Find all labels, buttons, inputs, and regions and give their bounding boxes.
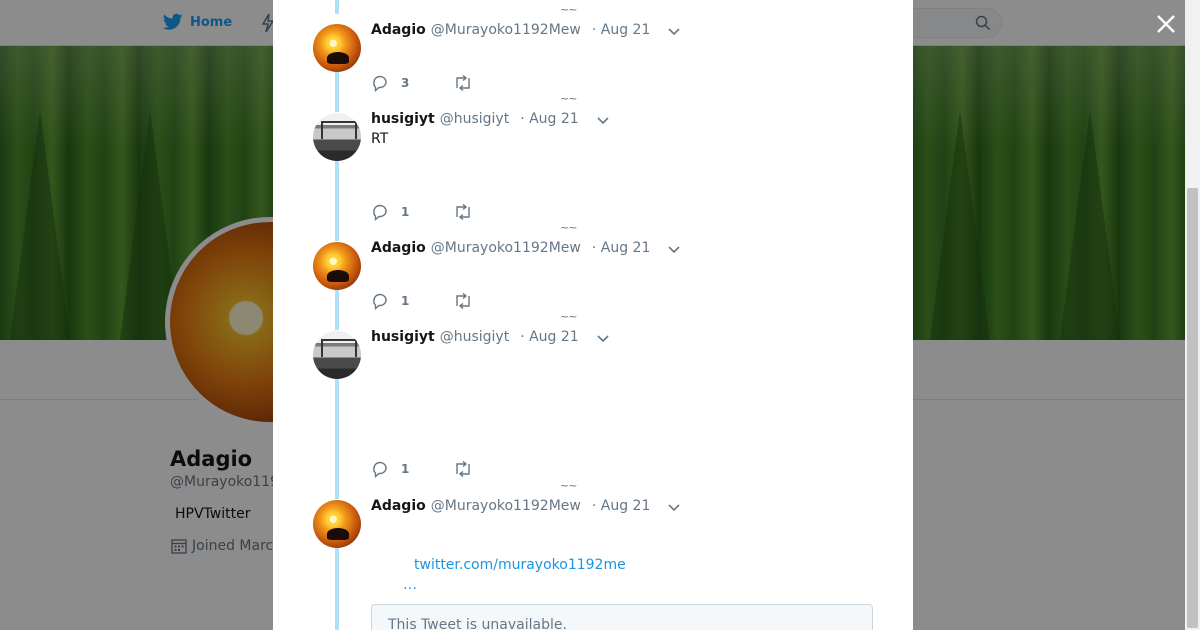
tweet-timestamp[interactable]: · Aug 21 <box>520 111 579 127</box>
chevron-down-icon[interactable] <box>668 28 680 36</box>
unavailable-quoted-tweet: This Tweet is unavailable. <box>371 604 873 630</box>
reply-icon <box>373 75 387 92</box>
chevron-down-icon[interactable] <box>597 335 609 343</box>
retweet-button[interactable] <box>453 461 473 477</box>
tweet-author-name[interactable]: Adagio <box>371 498 426 514</box>
reply-count: 1 <box>401 462 410 476</box>
tweet-author-name[interactable]: husigiyt <box>371 329 435 345</box>
tweet-link[interactable]: twitter.com/murayoko1192me <box>414 557 626 573</box>
thread-separator: ~~ <box>560 310 577 323</box>
tweet-timestamp[interactable]: · Aug 21 <box>520 329 579 345</box>
reply-button[interactable]: 1 <box>371 292 409 310</box>
tweet-timestamp[interactable]: · Aug 21 <box>592 498 651 514</box>
retweet-icon <box>456 204 471 220</box>
retweet-icon <box>456 75 471 91</box>
tweet-author-handle[interactable]: @husigiyt <box>440 111 509 127</box>
reply-icon <box>373 204 387 221</box>
chevron-down-icon[interactable] <box>668 246 680 254</box>
tweet-author-name[interactable]: husigiyt <box>371 111 435 127</box>
tweet[interactable]: Adagio @Murayoko1192Mew · Aug 21 3 <box>273 22 913 102</box>
retweet-button[interactable] <box>453 75 473 91</box>
tweet-author-handle[interactable]: @Murayoko1192Mew <box>431 240 581 256</box>
tweet-avatar[interactable] <box>313 331 361 379</box>
retweet-button[interactable] <box>453 204 473 220</box>
reply-count: 1 <box>401 294 410 308</box>
chevron-down-icon[interactable] <box>597 117 609 125</box>
reply-button[interactable]: 1 <box>371 460 409 478</box>
tweet[interactable]: husigiyt @husigiyt · Aug 21 1 <box>273 329 913 479</box>
close-button[interactable] <box>1152 10 1180 38</box>
retweet-icon <box>456 293 471 309</box>
page-scrollbar-thumb[interactable] <box>1187 188 1198 628</box>
tweet-text: RT <box>371 131 389 147</box>
tweet-avatar[interactable] <box>313 113 361 161</box>
retweet-button[interactable] <box>453 293 473 309</box>
tweet-author-name[interactable]: Adagio <box>371 22 426 38</box>
close-icon <box>1157 15 1175 33</box>
tweet-author-name[interactable]: Adagio <box>371 240 426 256</box>
tweet-author-handle[interactable]: @husigiyt <box>440 329 509 345</box>
reply-count: 1 <box>401 205 410 219</box>
tweet-avatar[interactable] <box>313 24 361 72</box>
tweet-avatar[interactable] <box>313 500 361 548</box>
tweet[interactable]: Adagio @Murayoko1192Mew · Aug 21 1 <box>273 240 913 320</box>
retweet-icon <box>456 461 471 477</box>
tweet-avatar[interactable] <box>313 242 361 290</box>
reply-count: 3 <box>401 76 410 90</box>
unavailable-message: This Tweet is unavailable. <box>388 617 567 630</box>
tweet-link-ellipsis[interactable]: … <box>403 577 417 593</box>
thread-line <box>335 0 339 14</box>
tweet-author-handle[interactable]: @Murayoko1192Mew <box>431 498 581 514</box>
reply-button[interactable]: 1 <box>371 203 409 221</box>
chevron-down-icon[interactable] <box>668 504 680 512</box>
reply-icon <box>373 461 387 478</box>
reply-button[interactable]: 3 <box>371 74 409 92</box>
tweet-author-handle[interactable]: @Murayoko1192Mew <box>431 22 581 38</box>
tweet[interactable]: husigiyt @husigiyt · Aug 21 RT 1 <box>273 111 913 221</box>
thread-separator: ~~ <box>560 92 577 105</box>
tweet-thread-modal: ~~ Adagio @Murayoko1192Mew · Aug 21 3 ~~… <box>273 0 913 630</box>
tweet-timestamp[interactable]: · Aug 21 <box>592 240 651 256</box>
thread-separator: ~~ <box>560 479 577 492</box>
reply-icon <box>373 293 387 310</box>
tweet-timestamp[interactable]: · Aug 21 <box>592 22 651 38</box>
thread-separator: ~~ <box>560 221 577 234</box>
thread-separator: ~~ <box>560 3 577 16</box>
